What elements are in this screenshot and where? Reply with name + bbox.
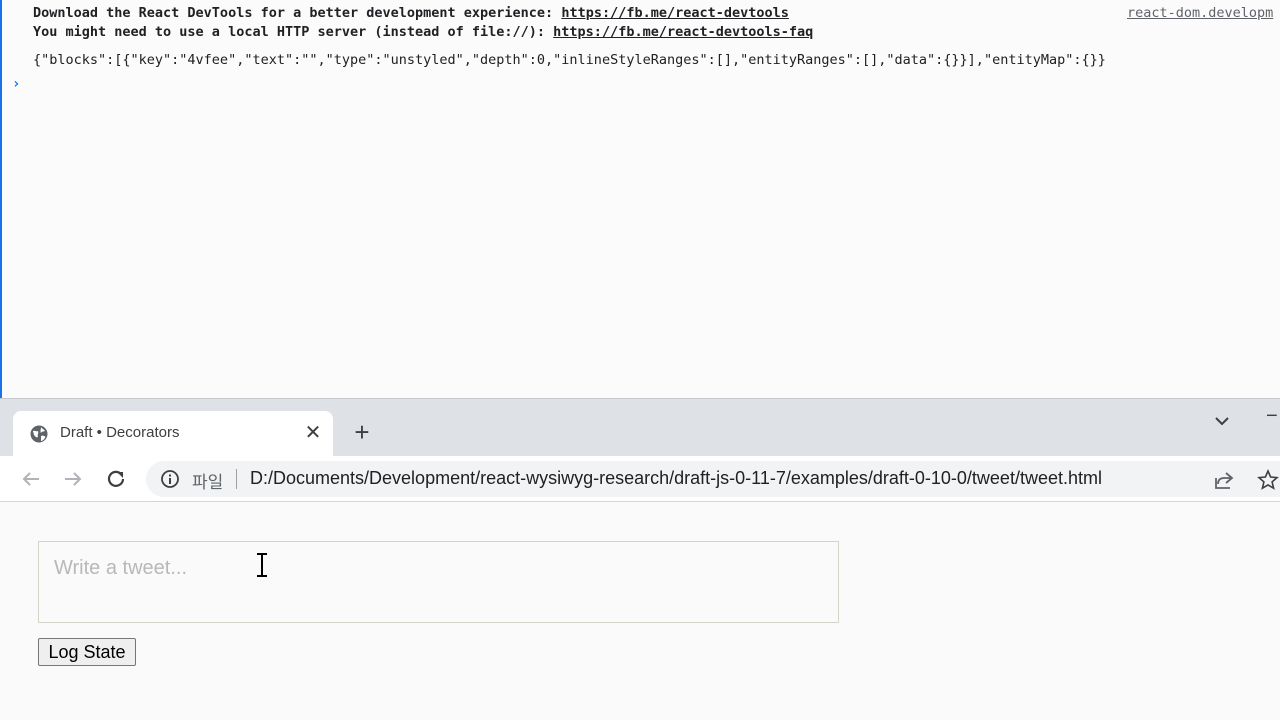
console-prompt-icon[interactable]: ›: [12, 76, 20, 92]
chevron-down-icon[interactable]: [1210, 409, 1234, 433]
tab-draft-decorators[interactable]: Draft • Decorators ✕: [13, 411, 333, 457]
editor-placeholder: Write a tweet...: [54, 557, 188, 579]
console-source-link[interactable]: react-dom.developm: [1127, 5, 1273, 21]
react-devtools-link[interactable]: https://fb.me/react-devtools: [561, 5, 789, 21]
star-icon[interactable]: [1256, 468, 1280, 492]
tab-strip: Draft • Decorators ✕ + −: [0, 398, 1280, 457]
devtools-console: Download the React DevTools for a better…: [0, 0, 1280, 398]
arrow-left-icon[interactable]: [17, 465, 45, 493]
react-devtools-faq-link[interactable]: https://fb.me/react-devtools-faq: [553, 24, 813, 40]
tweet-editor[interactable]: Write a tweet...: [38, 541, 839, 623]
share-icon[interactable]: [1212, 468, 1236, 492]
scheme-label: 파일: [192, 473, 224, 492]
address-bar[interactable]: 파일 D:/Documents/Development/react-wysiwy…: [146, 461, 1280, 497]
new-tab-button[interactable]: +: [348, 419, 376, 447]
console-message-devtools: Download the React DevTools for a better…: [33, 5, 789, 21]
tab-close-icon[interactable]: ✕: [302, 422, 324, 444]
url-text[interactable]: D:/Documents/Development/react-wysiwyg-r…: [250, 468, 1102, 489]
info-icon[interactable]: [160, 469, 180, 489]
console-message-text: Download the React DevTools for a better…: [33, 5, 562, 21]
page-content: Write a tweet... Log State: [0, 502, 1280, 720]
console-focus-edge: [0, 0, 2, 398]
console-message-http: You might need to use a local HTTP serve…: [33, 24, 813, 40]
address-divider: [236, 469, 237, 489]
console-message-text: You might need to use a local HTTP serve…: [33, 24, 554, 40]
i-beam-cursor-icon: [257, 553, 267, 577]
log-state-button[interactable]: Log State: [38, 638, 136, 666]
minimize-icon[interactable]: −: [1266, 405, 1278, 428]
console-log-output: {"blocks":[{"key":"4vfee","text":"","typ…: [33, 52, 1106, 68]
arrow-right-icon[interactable]: [59, 465, 87, 493]
tab-title: Draft • Decorators: [60, 424, 180, 441]
browser-window: Draft • Decorators ✕ + − 파일 D:/Documents…: [0, 398, 1280, 720]
browser-toolbar: 파일 D:/Documents/Development/react-wysiwy…: [0, 456, 1280, 502]
globe-icon: [30, 425, 48, 443]
reload-icon[interactable]: [102, 465, 130, 493]
